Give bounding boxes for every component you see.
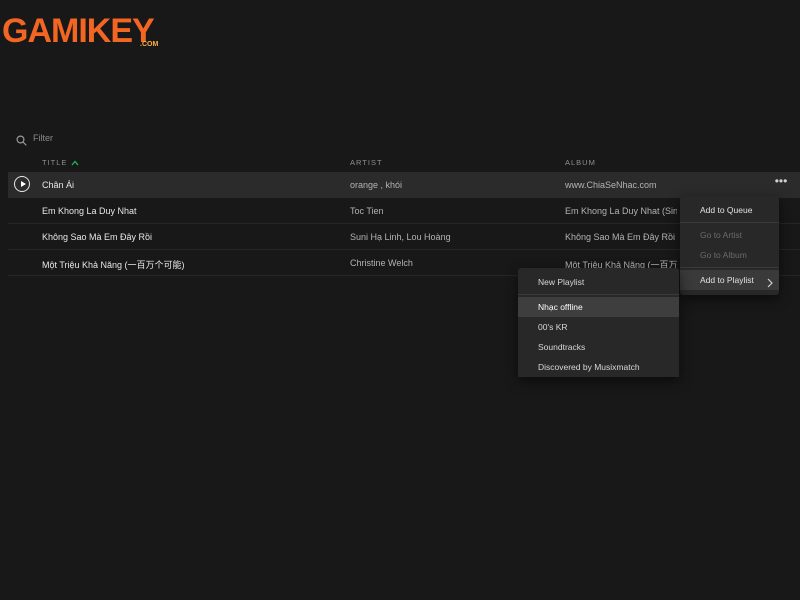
menu-item-go-to-album: Go to Album xyxy=(700,250,747,260)
track-artist[interactable]: Christine Welch xyxy=(350,258,550,268)
track-album[interactable]: www.ChiaSeNhac.com xyxy=(565,180,785,190)
track-row[interactable]: Chân Ái orange , khói www.ChiaSeNhac.com… xyxy=(8,172,800,198)
chevron-right-icon xyxy=(767,275,773,295)
logo-brand-text: GAMIKEY xyxy=(2,12,155,50)
menu-divider xyxy=(518,294,679,295)
column-header-album[interactable]: ALBUM xyxy=(565,158,596,167)
submenu-item-playlist[interactable]: Soundtracks xyxy=(518,337,679,357)
submenu-item-playlist[interactable]: 00's KR xyxy=(518,317,679,337)
search-icon xyxy=(16,133,27,146)
column-title-label: TITLE xyxy=(42,158,68,167)
chevron-up-icon xyxy=(71,159,79,168)
track-title: Em Khong La Duy Nhat xyxy=(42,206,137,216)
gamikey-logo: GAMIKEY .COM xyxy=(2,6,162,52)
track-context-menu: Add to Queue Go to Artist Go to Album Ad… xyxy=(680,196,779,295)
tracklist-header: TITLE ARTIST ALBUM xyxy=(0,156,800,170)
track-album[interactable]: Em Khong La Duy Nhat (Sing xyxy=(565,206,677,216)
track-title: Không Sao Mà Em Đây Rồi xyxy=(42,232,153,242)
play-icon[interactable] xyxy=(14,176,30,192)
track-artist[interactable]: orange , khói xyxy=(350,180,550,190)
add-to-playlist-submenu: New Playlist Nhạc offline 00's KR Soundt… xyxy=(518,268,679,377)
submenu-item-playlist[interactable]: Nhạc offline xyxy=(518,297,679,317)
menu-item-go-to-artist: Go to Artist xyxy=(700,230,743,240)
track-title: Một Triệu Khả Năng (一百万个可能) xyxy=(42,260,185,270)
submenu-item-new-playlist[interactable]: New Playlist xyxy=(518,272,679,292)
track-album[interactable]: Không Sao Mà Em Đây Rồi (S xyxy=(565,232,677,242)
track-title: Chân Ái xyxy=(42,180,75,190)
logo-suffix-text: .COM xyxy=(140,41,158,48)
column-header-title[interactable]: TITLE xyxy=(42,158,79,168)
filter-input[interactable] xyxy=(33,133,153,143)
submenu-item-playlist[interactable]: Discovered by Musixmatch xyxy=(518,357,679,377)
menu-divider xyxy=(680,222,779,223)
menu-divider xyxy=(680,267,779,268)
menu-item-add-to-playlist-label: Add to Playlist xyxy=(700,275,754,285)
track-artist[interactable]: Suni Hạ Linh, Lou Hoàng xyxy=(350,232,550,242)
column-header-artist[interactable]: ARTIST xyxy=(350,158,383,167)
more-horizontal-icon[interactable]: ••• xyxy=(773,175,789,189)
menu-item-add-to-playlist[interactable]: Add to Playlist xyxy=(680,270,779,290)
filter-bar xyxy=(16,130,153,146)
track-artist[interactable]: Toc Tien xyxy=(350,206,550,216)
menu-item-add-to-queue[interactable]: Add to Queue xyxy=(680,200,779,220)
